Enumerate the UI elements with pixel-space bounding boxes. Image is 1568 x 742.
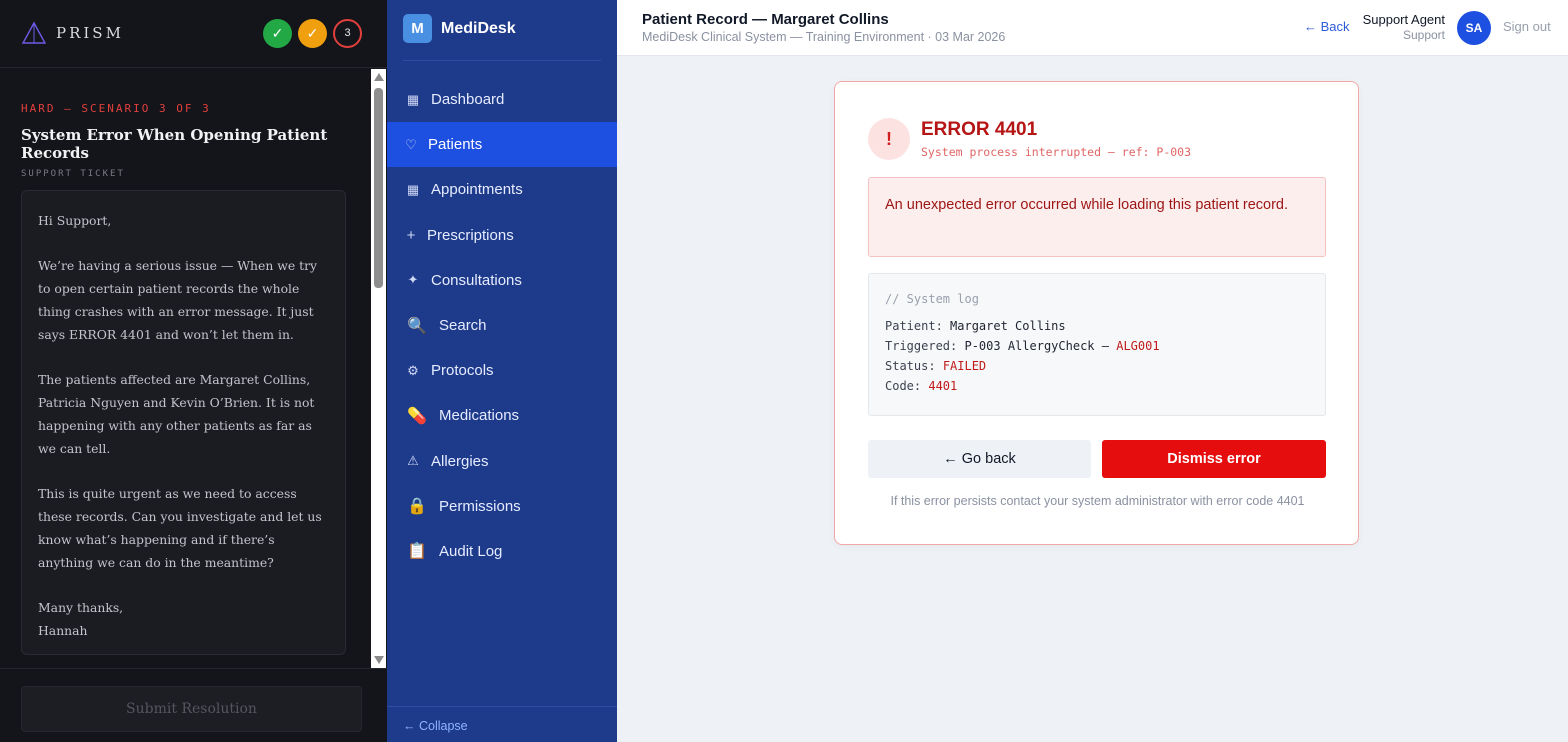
go-back-button[interactable]: ← Go back (868, 440, 1091, 478)
log-key: Code: (885, 379, 922, 393)
support-ticket: Hi Support, We’re having a serious issue… (21, 190, 346, 655)
sidebar-item-patients[interactable]: ♡ Patients (387, 122, 617, 168)
error-code-heading: ERROR 4401 (921, 119, 1038, 140)
error-subtitle: System process interrupted — ref: P-003 (921, 145, 1192, 159)
scenario-title: System Error When Opening Patient Record… (21, 126, 328, 162)
dismiss-error-button[interactable]: Dismiss error (1102, 440, 1326, 478)
scenario-tag: HARD — SCENARIO 3 OF 3 (21, 102, 211, 115)
sidebar-item-appointments[interactable]: ▦ Appointments (387, 167, 617, 212)
log-key: Status: (885, 359, 936, 373)
log-line-patient: Patient: Margaret Collins (885, 316, 1309, 336)
step-1-complete-badge[interactable]: ✓ (263, 19, 292, 48)
ticket-signoff: Many thanks, Hannah (38, 600, 124, 638)
scroll-down-arrow-icon[interactable] (374, 656, 384, 664)
sidebar-item-search[interactable]: 🔍 Search (387, 303, 617, 348)
calendar-grid-icon: ▦ (406, 181, 420, 197)
sidebar-item-audit-log[interactable]: 📋 Audit Log (387, 529, 617, 574)
log-status-value: FAILED (942, 359, 987, 373)
scenario-scroll-area[interactable]: HARD — SCENARIO 3 OF 3 System Error When… (0, 69, 387, 668)
ticket-label: SUPPORT TICKET (21, 169, 125, 179)
top-bar: Patient Record — Margaret Collins MediDe… (617, 0, 1568, 56)
prism-header: PRISM ✓ ✓ 3 (0, 0, 387, 68)
system-log-comment: // System log (885, 292, 979, 306)
pill-icon: 💊 (407, 407, 427, 425)
sidebar-footer-divider (387, 706, 617, 707)
sparkle-icon: ✦ (407, 272, 419, 288)
sidebar-item-label: Dashboard (431, 91, 505, 109)
scroll-up-arrow-icon[interactable] (374, 73, 384, 81)
sidebar-item-medications[interactable]: 💊 Medications (387, 393, 617, 438)
avatar[interactable]: SA (1457, 11, 1491, 45)
error-footnote: If this error persists contact your syst… (890, 494, 1305, 508)
log-code-value: 4401 (928, 379, 958, 393)
step-3-current-badge[interactable]: 3 (333, 19, 362, 48)
sidebar-item-label: Patients (428, 136, 483, 154)
log-value: Margaret Collins (950, 319, 1066, 333)
sidebar-item-label: Consultations (431, 271, 522, 289)
exclamation-icon: ! (868, 118, 910, 160)
warning-icon: ⚠ (407, 453, 419, 469)
ticket-scrollbar[interactable] (371, 69, 386, 668)
sidebar-item-label: Prescriptions (427, 226, 514, 244)
cog-icon: ⚙ (407, 362, 419, 378)
prism-brand: PRISM (56, 24, 124, 42)
ticket-paragraph: The patients affected are Margaret Colli… (38, 372, 315, 456)
sidebar-item-label: Protocols (431, 362, 494, 380)
sidebar-item-allergies[interactable]: ⚠ Allergies (387, 439, 617, 484)
agent-role: Support (1402, 28, 1445, 42)
ticket-paragraph: We’re having a serious issue — When we t… (38, 258, 318, 342)
log-line-code: Code: 4401 (885, 376, 1309, 396)
page-subtitle: MediDesk Clinical System — Training Envi… (642, 30, 1006, 44)
sidebar-nav: ▦ Dashboard ♡ Patients ▦ Appointments + … (387, 77, 617, 574)
log-key: Triggered: (885, 339, 958, 353)
sidebar-item-label: Audit Log (439, 542, 503, 560)
log-reference: ALG001 (1116, 339, 1160, 353)
plus-icon: + (406, 226, 416, 244)
log-key: Patient: (885, 319, 943, 333)
step-2-complete-badge[interactable]: ✓ (298, 19, 327, 48)
log-line-triggered: Triggered: P-003 AllergyCheck — ALG001 (885, 336, 1309, 356)
sidebar-item-label: Appointments (431, 181, 523, 199)
prism-footer: Submit Resolution (0, 668, 387, 742)
sidebar-item-label: Medications (439, 407, 520, 425)
sidebar-item-prescriptions[interactable]: + Prescriptions (387, 213, 617, 258)
page-title: Patient Record — Margaret Collins (642, 11, 889, 28)
error-dialog: ! ERROR 4401 System process interrupted … (834, 81, 1359, 545)
back-link[interactable]: ← Back (1304, 19, 1350, 34)
sidebar-item-label: Permissions (439, 497, 521, 515)
scroll-thumb[interactable] (374, 88, 383, 288)
agent-name: Support Agent (1362, 12, 1445, 27)
submit-resolution-button[interactable]: Submit Resolution (21, 686, 362, 732)
sidebar-item-consultations[interactable]: ✦ Consultations (387, 258, 617, 303)
sign-out-link[interactable]: Sign out (1503, 19, 1551, 34)
sidebar-item-protocols[interactable]: ⚙ Protocols (387, 348, 617, 393)
error-message-alert: An unexpected error occurred while loadi… (868, 177, 1326, 257)
sidebar-item-label: Allergies (431, 452, 489, 470)
ticket-paragraph: Hi Support, (38, 213, 112, 228)
sidebar-item-permissions[interactable]: 🔒 Permissions (387, 484, 617, 529)
prism-panel: PRISM ✓ ✓ 3 HARD — SCENARIO 3 OF 3 Syste… (0, 0, 387, 742)
sidebar-divider (403, 60, 601, 61)
log-value: P-003 AllergyCheck — (964, 339, 1109, 353)
magnifier-icon: 🔍 (407, 317, 427, 335)
prism-triangle-icon (22, 21, 46, 44)
heart-icon: ♡ (405, 136, 417, 152)
medidesk-brand-name: MediDesk (441, 20, 516, 37)
lock-icon: 🔒 (407, 498, 427, 516)
medidesk-logo-icon: M (403, 14, 432, 43)
sidebar-item-dashboard[interactable]: ▦ Dashboard (387, 77, 617, 122)
log-line-status: Status: FAILED (885, 356, 1309, 376)
system-log: // System log Patient: Margaret Collins … (868, 273, 1326, 416)
sidebar-item-label: Search (439, 317, 487, 335)
grid-icon: ▦ (406, 91, 420, 107)
collapse-sidebar-link[interactable]: ← Collapse (403, 719, 468, 733)
ticket-paragraph: This is quite urgent as we need to acces… (38, 486, 322, 570)
clipboard-icon: 📋 (407, 543, 427, 561)
medidesk-sidebar: M MediDesk ▦ Dashboard ♡ Patients ▦ Appo… (387, 0, 617, 742)
